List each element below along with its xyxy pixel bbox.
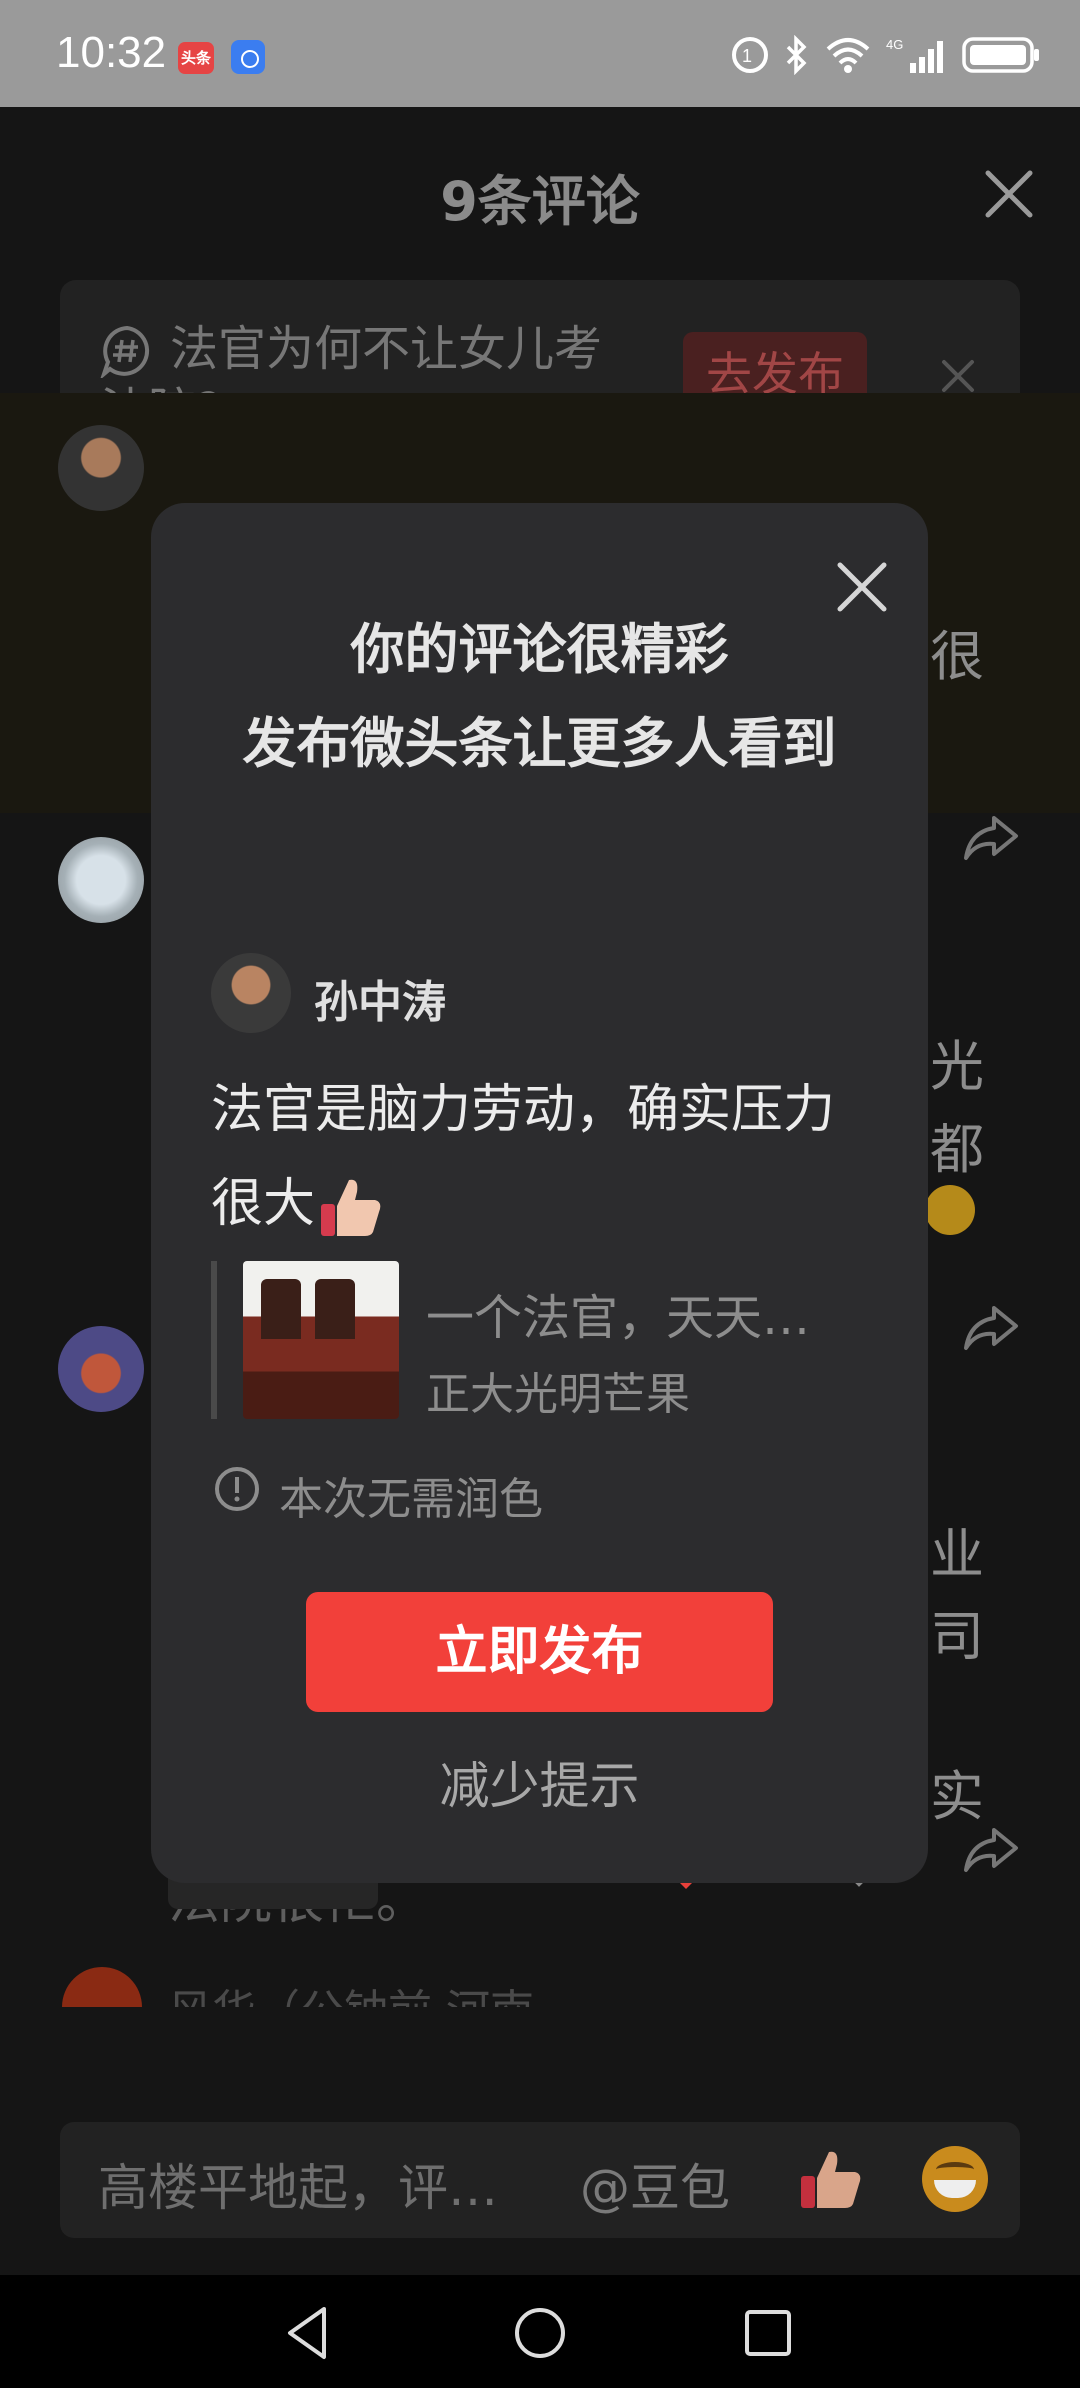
navigation-bar: [0, 2275, 1080, 2388]
article-title: 一个法官，天天…: [426, 1290, 811, 1346]
wifi-icon: [826, 38, 870, 73]
comment-text-fragment: 业: [930, 1523, 984, 1586]
comment-text-fragment: 实: [930, 1765, 984, 1828]
thumbs-up-emoji: [321, 1179, 381, 1236]
bluetooth-icon: [786, 35, 807, 75]
commenter-name: 风华（公钟前 河南: [168, 1975, 534, 2007]
comment-input[interactable]: 高楼平地起，评… @豆包: [60, 2122, 1020, 2238]
comment-text-fragment: 都: [930, 1118, 984, 1181]
hd-call-icon: 1: [732, 37, 768, 73]
close-icon[interactable]: [938, 356, 978, 396]
status-bar: 10:32 头条 1 4G: [0, 0, 1080, 107]
share-icon[interactable]: [962, 812, 1020, 862]
app-notification-icon: [231, 40, 265, 74]
comment-text-fragment: 司: [930, 1605, 984, 1668]
info-icon: [215, 1467, 259, 1511]
avatar[interactable]: [58, 837, 144, 923]
comments-title: 9条评论: [440, 170, 640, 233]
publish-prompt-dialog: 你的评论很精彩 发布微头条让更多人看到 孙中涛 法官是脑力劳动，确实压力很大 一…: [151, 503, 928, 1883]
share-icon[interactable]: [962, 1302, 1020, 1352]
avatar[interactable]: [58, 425, 144, 511]
reduce-prompts-button[interactable]: 减少提示: [151, 1746, 928, 1818]
battery-icon: [962, 37, 1039, 73]
article-thumbnail: [243, 1261, 399, 1419]
mention-doubao-button[interactable]: @豆包: [580, 2148, 730, 2220]
article-author: 正大光明芒果: [426, 1369, 690, 1420]
recents-icon[interactable]: [738, 2303, 798, 2363]
comment-text-fragment: 光: [930, 1035, 984, 1098]
dialog-title: 你的评论很精彩 发布微头条让更多人看到: [191, 603, 888, 791]
emoji-fragment: [925, 1185, 975, 1235]
avatar: [211, 953, 291, 1033]
publish-now-button[interactable]: 立即发布: [306, 1592, 773, 1712]
thumbs-up-emoji[interactable]: [795, 2144, 865, 2214]
comment-input-placeholder: 高楼平地起，评…: [98, 2159, 498, 2217]
grin-emoji[interactable]: [922, 2146, 988, 2212]
dialog-title-line: 你的评论很精彩: [350, 618, 729, 681]
comment-text-fragment: 很: [930, 625, 984, 688]
polish-note: 本次无需润色: [279, 1474, 543, 1525]
avatar[interactable]: [58, 1326, 144, 1412]
quote-divider: [211, 1261, 217, 1419]
back-icon[interactable]: [280, 2303, 340, 2363]
signal-icon: 4G: [886, 37, 943, 73]
svg-text:1: 1: [742, 46, 752, 66]
status-time: 10:32: [56, 28, 167, 77]
toutiao-app-icon: 头条: [178, 42, 214, 74]
home-icon[interactable]: [510, 2303, 570, 2363]
comment-text: 法官是脑力劳动，确实压力很大: [211, 1080, 836, 1234]
share-icon[interactable]: [962, 1824, 1020, 1874]
comment-preview: 法官是脑力劳动，确实压力很大: [211, 1063, 851, 1251]
username: 孙中涛: [314, 977, 446, 1028]
svg-text:4G: 4G: [886, 37, 903, 52]
status-indicators: 1 4G: [730, 30, 1042, 80]
dialog-title-line: 发布微头条让更多人看到: [242, 712, 837, 775]
close-icon[interactable]: [982, 167, 1036, 221]
